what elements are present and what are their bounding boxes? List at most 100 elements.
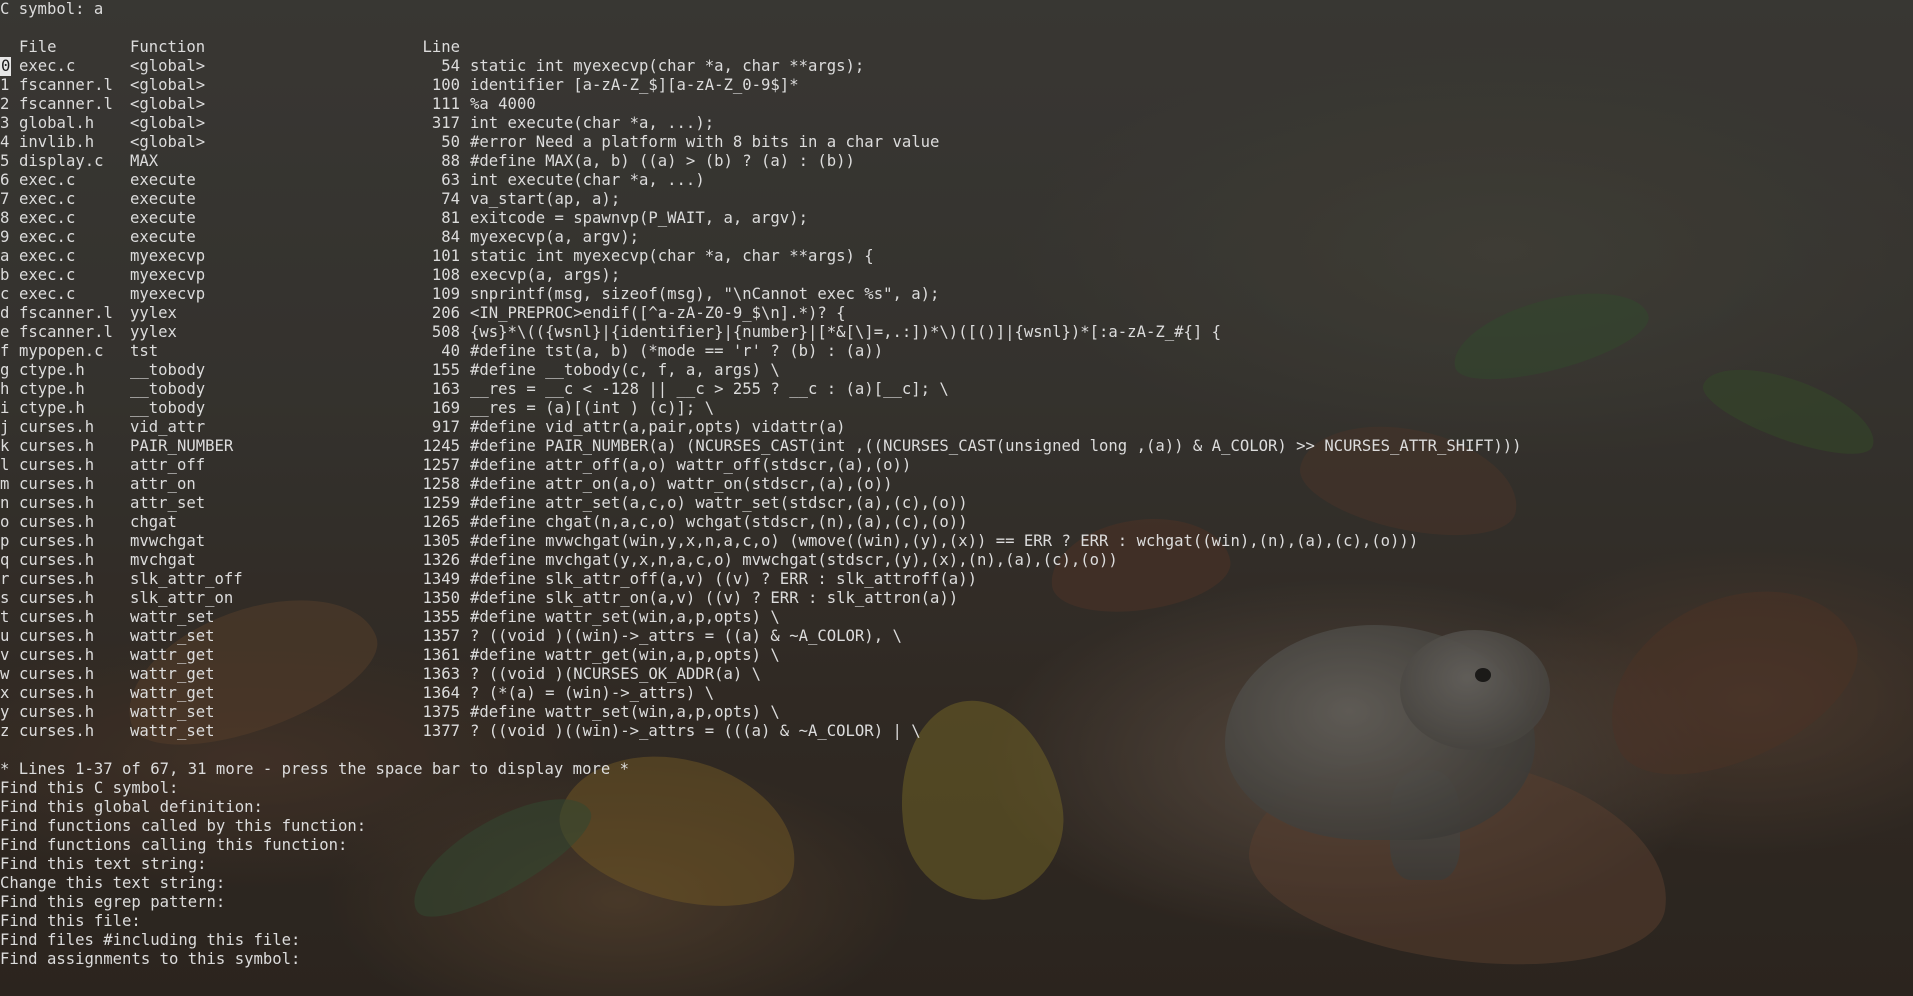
result-key[interactable]: n — [0, 494, 9, 513]
result-text: <IN_PREPROC>endif([^a-zA-Z0-9_$\n].*)? { — [470, 304, 846, 322]
prompt-item[interactable]: Find this egrep pattern: — [0, 893, 225, 912]
result-key[interactable]: o — [0, 513, 9, 532]
result-function: PAIR_NUMBER — [130, 437, 234, 455]
result-key[interactable]: z — [0, 722, 9, 741]
result-function: vid_attr — [130, 418, 206, 436]
result-function: mvwchgat — [130, 532, 206, 550]
result-function: attr_on — [130, 475, 196, 493]
result-key[interactable]: 6 — [0, 171, 9, 190]
result-line-number: 40 — [441, 342, 460, 360]
result-key[interactable]: 2 — [0, 95, 9, 114]
prompt-item[interactable]: Find functions calling this function: — [0, 836, 347, 855]
prompt-item[interactable]: Find files #including this file: — [0, 931, 300, 950]
result-text: ? ((void )((win)->_attrs = ((a) & ~A_COL… — [470, 627, 902, 645]
result-function: <global> — [130, 57, 206, 75]
result-key[interactable]: g — [0, 361, 9, 380]
result-line-number: 84 — [441, 228, 460, 246]
result-line-number: 108 — [431, 266, 460, 284]
result-text: #define mvchgat(y,x,n,a,c,o) mvwchgat(st… — [470, 551, 1118, 569]
result-key[interactable]: v — [0, 646, 9, 665]
result-line-number: 317 — [431, 114, 460, 132]
result-text: %a 4000 — [470, 95, 536, 113]
result-line-number: 163 — [431, 380, 460, 398]
prompt-item[interactable]: Find this C symbol: — [0, 779, 178, 798]
result-function: wattr_get — [130, 646, 215, 664]
prompt-item[interactable]: Find this text string: — [0, 855, 207, 874]
result-line-number: 206 — [431, 304, 460, 322]
prompt-item[interactable]: Find this global definition: — [0, 798, 263, 817]
column-header: File Function Line — [0, 38, 460, 57]
result-line-number: 1258 — [422, 475, 460, 493]
result-key[interactable]: f — [0, 342, 9, 361]
result-file: fscanner.l — [19, 95, 113, 113]
result-key[interactable]: e — [0, 323, 9, 342]
result-key[interactable]: d — [0, 304, 9, 323]
result-key[interactable]: q — [0, 551, 9, 570]
result-file: exec.c — [19, 266, 76, 284]
result-key[interactable]: b — [0, 266, 9, 285]
result-key[interactable]: 3 — [0, 114, 9, 133]
result-key[interactable]: r — [0, 570, 9, 589]
result-function: __tobody — [130, 380, 206, 398]
result-function: wattr_get — [130, 665, 215, 683]
result-function: slk_attr_off — [130, 570, 243, 588]
result-key[interactable]: k — [0, 437, 9, 456]
result-function: tst — [130, 342, 159, 360]
result-file: fscanner.l — [19, 76, 113, 94]
result-key[interactable]: 5 — [0, 152, 9, 171]
result-function: <global> — [130, 76, 206, 94]
result-line-number: 1265 — [422, 513, 460, 531]
result-key[interactable]: x — [0, 684, 9, 703]
prompt-item[interactable]: Find this file: — [0, 912, 141, 931]
result-key[interactable]: u — [0, 627, 9, 646]
result-key[interactable]: j — [0, 418, 9, 437]
result-key[interactable]: 4 — [0, 133, 9, 152]
result-file: fscanner.l — [19, 304, 113, 322]
result-line-number: 50 — [441, 133, 460, 151]
result-file: exec.c — [19, 247, 76, 265]
result-file: display.c — [19, 152, 104, 170]
result-file: fscanner.l — [19, 323, 113, 341]
result-file: exec.c — [19, 57, 76, 75]
result-key[interactable]: i — [0, 399, 9, 418]
cscope-terminal[interactable]: C symbol: a File Function Line 0 exec.c <g… — [0, 0, 1913, 996]
result-function: execute — [130, 228, 196, 246]
result-key[interactable]: 9 — [0, 228, 9, 247]
result-key[interactable]: 7 — [0, 190, 9, 209]
result-file: global.h — [19, 114, 95, 132]
result-file: exec.c — [19, 171, 76, 189]
result-key[interactable]: 1 — [0, 76, 9, 95]
result-key[interactable]: m — [0, 475, 9, 494]
result-key[interactable]: a — [0, 247, 9, 266]
result-line-number: 508 — [431, 323, 460, 341]
result-line-number: 1357 — [422, 627, 460, 645]
result-line-number: 63 — [441, 171, 460, 189]
result-key[interactable]: y — [0, 703, 9, 722]
result-text: #define attr_off(a,o) wattr_off(stdscr,(… — [470, 456, 912, 474]
prompt-item[interactable]: Find functions called by this function: — [0, 817, 366, 836]
result-key[interactable]: l — [0, 456, 9, 475]
prompt-item[interactable]: Find assignments to this symbol: — [0, 950, 300, 969]
result-function: __tobody — [130, 399, 206, 417]
result-line-number: 1375 — [422, 703, 460, 721]
result-file: curses.h — [19, 513, 95, 531]
result-line-number: 1326 — [422, 551, 460, 569]
result-function: wattr_set — [130, 703, 215, 721]
result-key[interactable]: c — [0, 285, 9, 304]
result-key[interactable]: w — [0, 665, 9, 684]
result-key[interactable]: s — [0, 589, 9, 608]
result-function: wattr_set — [130, 627, 215, 645]
result-function: <global> — [130, 114, 206, 132]
result-function: chgat — [130, 513, 177, 531]
result-key[interactable]: 0 — [0, 57, 12, 76]
result-text: #define wattr_set(win,a,p,opts) \ — [470, 608, 780, 626]
result-key[interactable]: 8 — [0, 209, 9, 228]
result-key[interactable]: h — [0, 380, 9, 399]
result-function: attr_set — [130, 494, 206, 512]
result-file: ctype.h — [19, 380, 85, 398]
result-line-number: 1259 — [422, 494, 460, 512]
result-file: exec.c — [19, 209, 76, 227]
result-key[interactable]: p — [0, 532, 9, 551]
result-key[interactable]: t — [0, 608, 9, 627]
prompt-item[interactable]: Change this text string: — [0, 874, 225, 893]
